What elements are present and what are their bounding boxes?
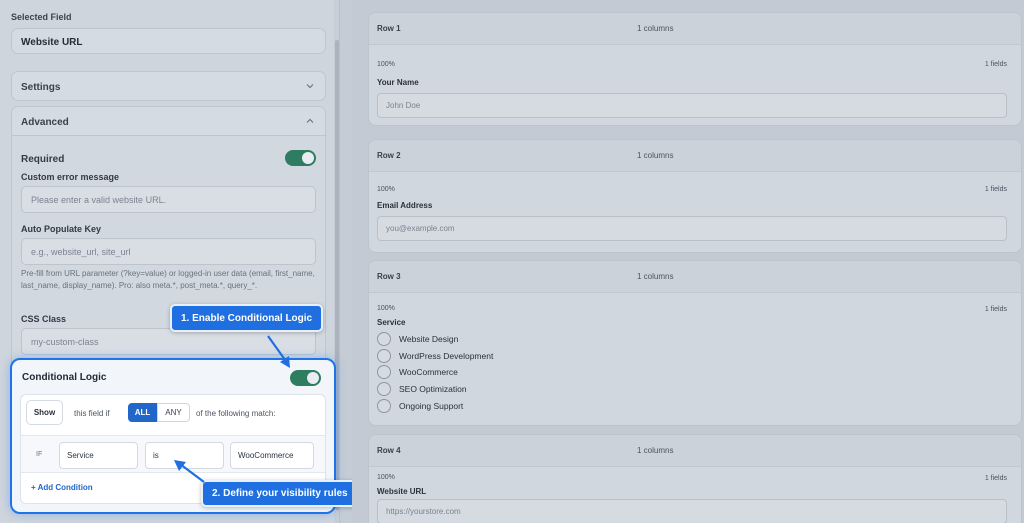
radio-label: SEO Optimization [399, 384, 467, 394]
radio-circle[interactable] [377, 365, 391, 379]
field-count: 1 fields [984, 186, 1007, 193]
row-columns: 1 columns [637, 272, 674, 281]
auto-populate-label: Auto Populate Key [21, 224, 102, 234]
this-field-if-text: this field if [74, 409, 110, 418]
if-label: IF [36, 451, 43, 458]
form-canvas: Row 1 1 columns 100% 1 fields Your Name … [352, 0, 1024, 523]
settings-accordion[interactable]: Settings [11, 71, 326, 101]
name-placeholder: John Doe [386, 101, 421, 110]
required-label: Required [21, 154, 65, 165]
custom-error-placeholder: Please enter a valid website URL. [31, 194, 167, 205]
chevron-down-icon [305, 81, 315, 94]
required-toggle[interactable] [285, 150, 316, 166]
rule-value-input[interactable]: WooCommerce [230, 442, 314, 469]
form-row[interactable]: Row 4 1 columns 100% 1 fields Website UR… [368, 434, 1022, 523]
rule-field-value: Service [67, 451, 94, 460]
selected-field-heading: Selected Field [11, 12, 72, 22]
form-row[interactable]: Row 1 1 columns 100% 1 fields Your Name … [368, 12, 1022, 126]
settings-accordion-title: Settings [21, 82, 61, 93]
row-title: Row 1 [377, 24, 401, 33]
field-label: Your Name [377, 78, 419, 87]
email-input[interactable]: you@example.com [377, 216, 1007, 241]
row-header[interactable]: Row 3 1 columns [369, 261, 1021, 293]
radio-label: WooCommerce [399, 367, 458, 377]
rule-operator-value: is [153, 451, 159, 460]
arrow-icon [267, 335, 290, 368]
auto-populate-placeholder: e.g., website_url, site_url [31, 246, 131, 257]
rule-field-select[interactable]: Service [59, 442, 138, 469]
field-count: 1 fields [984, 306, 1007, 313]
radio-circle[interactable] [377, 382, 391, 396]
css-class-label: CSS Class [21, 314, 67, 324]
column-width: 100% [377, 61, 395, 68]
row-title: Row 3 [377, 272, 401, 281]
radio-option[interactable]: Ongoing Support [377, 399, 463, 413]
callout-step-1-text: 1. Enable Conditional Logic [181, 312, 313, 324]
advanced-accordion-title: Advanced [21, 117, 69, 128]
radio-option[interactable]: Website Design [377, 332, 458, 346]
form-row[interactable]: Row 2 1 columns 100% 1 fields Email Addr… [368, 139, 1022, 253]
callout-step-2: 2. Define your visibility rules [201, 480, 359, 507]
callout-step-2-text: 2. Define your visibility rules [212, 488, 348, 499]
custom-error-label: Custom error message [21, 172, 120, 182]
field-label: Website URL [377, 487, 427, 496]
field-label: Email Address [377, 201, 433, 210]
radio-circle[interactable] [377, 399, 391, 413]
radio-label: Website Design [399, 334, 459, 344]
row-header[interactable]: Row 4 1 columns [369, 435, 1021, 467]
css-class-placeholder: my-custom-class [31, 336, 99, 347]
add-condition-link[interactable]: + Add Condition [31, 483, 93, 492]
all-label: ALL [134, 408, 151, 417]
website-url-input[interactable]: https://yourstore.com [377, 499, 1007, 523]
auto-populate-help: Pre-fill from URL parameter (?key=value)… [21, 269, 315, 290]
email-placeholder: you@example.com [386, 224, 455, 233]
of-following-text: of the following match: [196, 409, 276, 418]
row-columns: 1 columns [637, 446, 674, 455]
match-all-button[interactable]: ALL [128, 403, 157, 422]
match-any-button[interactable]: ANY [157, 403, 190, 422]
column-width: 100% [377, 186, 395, 193]
radio-circle[interactable] [377, 332, 391, 346]
form-row[interactable]: Row 3 1 columns 100% 1 fields Service We… [368, 260, 1022, 426]
advanced-accordion[interactable]: Advanced [11, 106, 326, 136]
radio-circle[interactable] [377, 349, 391, 363]
radio-label: Ongoing Support [399, 401, 464, 411]
radio-option[interactable]: WooCommerce [377, 365, 458, 379]
field-count: 1 fields [984, 475, 1007, 482]
custom-error-input[interactable]: Please enter a valid website URL. [21, 186, 316, 213]
callout-step-1: 1. Enable Conditional Logic [170, 304, 324, 332]
selected-field-name: Website URL [21, 37, 83, 48]
name-input[interactable]: John Doe [377, 93, 1007, 118]
field-label: Service [377, 318, 406, 327]
radio-label: WordPress Development [399, 351, 494, 361]
row-columns: 1 columns [637, 151, 674, 160]
conditional-logic-title: Conditional Logic [22, 372, 107, 383]
radio-option[interactable]: SEO Optimization [377, 382, 467, 396]
selected-field-box: Website URL [11, 28, 326, 54]
row-title: Row 4 [377, 446, 401, 455]
row-header[interactable]: Row 1 1 columns [369, 13, 1021, 45]
column-width: 100% [377, 305, 395, 312]
show-label: Show [33, 408, 56, 417]
website-url-placeholder: https://yourstore.com [386, 507, 461, 516]
column-width: 100% [377, 474, 395, 481]
rule-value-text: WooCommerce [238, 451, 294, 460]
auto-populate-input[interactable]: e.g., website_url, site_url [21, 238, 316, 265]
chevron-up-icon [305, 116, 315, 129]
row-title: Row 2 [377, 151, 401, 160]
show-hide-select[interactable]: Show [26, 400, 63, 425]
arrow-icon [174, 460, 205, 483]
field-count: 1 fields [984, 61, 1007, 68]
row-columns: 1 columns [637, 24, 674, 33]
radio-option[interactable]: WordPress Development [377, 349, 493, 363]
row-header[interactable]: Row 2 1 columns [369, 140, 1021, 172]
any-label: ANY [165, 408, 182, 417]
